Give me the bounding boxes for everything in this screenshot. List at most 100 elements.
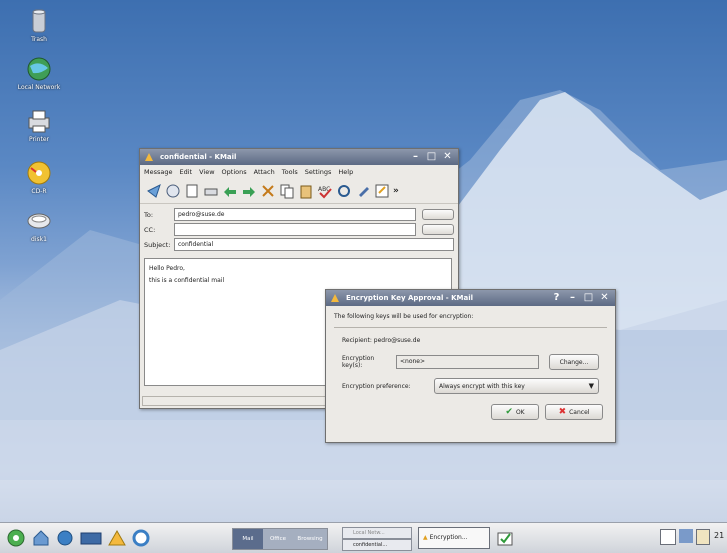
local-network-label: Local Network	[17, 84, 61, 91]
change-button[interactable]: Change...	[549, 354, 599, 370]
subject-row: Subject: confidential	[144, 238, 454, 251]
queue-icon[interactable]	[165, 183, 181, 199]
mail-icon[interactable]	[108, 529, 126, 549]
body-line: Hello Pedro,	[149, 265, 185, 272]
browser-icon[interactable]	[56, 529, 74, 549]
encryption-key-field: <none>	[396, 355, 539, 369]
desktop-pager: Mail Office Browsing	[232, 528, 328, 550]
to-address-button[interactable]	[422, 209, 454, 220]
pager-desktop-office[interactable]: Office	[263, 529, 293, 549]
body-line: this is a confidential mail	[149, 277, 225, 284]
encryption-preference-select[interactable]: Always encrypt with this key ▼	[434, 378, 599, 394]
encryption-keys-label: Encryption key(s):	[342, 355, 375, 369]
maximize-icon[interactable]: □	[425, 151, 438, 163]
encryption-preference-label: Encryption preference:	[342, 382, 411, 390]
preference-row: Encryption preference: Always encrypt wi…	[342, 378, 599, 394]
encryption-preference-value: Always encrypt with this key	[439, 382, 525, 390]
menu-options[interactable]: Options	[222, 168, 247, 176]
kmail-titlebar[interactable]: confidential - KMail – □ ✕	[140, 149, 458, 165]
close-icon[interactable]: ✕	[441, 151, 454, 163]
to-label: To:	[144, 210, 154, 219]
local-network-desktop-icon[interactable]: Local Network	[14, 56, 64, 91]
cdr-label: CD-R	[31, 188, 47, 195]
cc-row: CC:	[144, 223, 454, 236]
kgpg-icon[interactable]	[496, 529, 514, 549]
pager-desktop-mail[interactable]: Mail	[233, 529, 263, 549]
system-tray: 21	[660, 529, 724, 545]
forward-icon[interactable]	[241, 183, 257, 199]
printer-icon	[25, 108, 53, 134]
trash-desktop-icon[interactable]: Trash	[14, 8, 64, 43]
key-row: Encryption key(s): <none> Change...	[342, 354, 599, 370]
maximize-icon[interactable]: □	[582, 292, 595, 304]
ok-label: OK	[515, 408, 525, 416]
kmail-app-icon	[331, 294, 339, 302]
save-draft-icon[interactable]	[184, 183, 200, 199]
network-icon[interactable]	[679, 529, 693, 543]
paste-icon[interactable]	[298, 183, 314, 199]
taskbar-group: Local Netw... confidential...	[342, 527, 412, 551]
dialog-intro: The following keys will be used for encr…	[334, 313, 474, 320]
dialog-titlebar[interactable]: Encryption Key Approval - KMail ? – □ ✕	[326, 290, 615, 306]
kde-taskbar: Mail Office Browsing Local Netw... confi…	[0, 522, 727, 553]
help-icon[interactable]: ?	[550, 292, 563, 304]
printer-label: Printer	[29, 136, 49, 143]
spellcheck-icon[interactable]: ABC	[317, 183, 333, 199]
cc-address-button[interactable]	[422, 224, 454, 235]
to-row: To: pedro@suse.de	[144, 208, 454, 221]
reply-icon[interactable]	[222, 183, 238, 199]
menu-view[interactable]: View	[199, 168, 214, 176]
menu-edit[interactable]: Edit	[180, 168, 193, 176]
disk-desktop-icon[interactable]: disk1	[14, 208, 64, 243]
task-encryption-label: Encryption...	[429, 534, 468, 541]
task-encryption[interactable]: ▲ Encryption...	[418, 527, 490, 549]
cdr-desktop-icon[interactable]: CD-R	[14, 160, 64, 195]
office-icon[interactable]	[80, 529, 102, 549]
dialog-button-row: ✔ OK ✖ Cancel	[326, 404, 603, 420]
clock[interactable]: 21	[714, 529, 724, 545]
print-icon[interactable]	[203, 183, 219, 199]
menu-settings[interactable]: Settings	[305, 168, 332, 176]
trash-label: Trash	[31, 36, 47, 43]
cc-field[interactable]	[174, 223, 416, 236]
task-confidential[interactable]: confidential...	[342, 539, 412, 551]
kmail-toolbar: ABC »	[140, 179, 458, 204]
cancel-x-icon: ✖	[558, 407, 567, 417]
menu-help[interactable]: Help	[338, 168, 353, 176]
cc-label: CC:	[144, 225, 156, 234]
ok-button[interactable]: ✔ OK	[491, 404, 539, 420]
cut-icon[interactable]	[260, 183, 276, 199]
printer-desktop-icon[interactable]: Printer	[14, 108, 64, 143]
menu-message[interactable]: Message	[144, 168, 173, 176]
menu-attach[interactable]: Attach	[254, 168, 275, 176]
toolbar-more-icon[interactable]: »	[393, 186, 399, 196]
home-icon[interactable]	[32, 529, 50, 549]
kmail-menubar: Message Edit View Options Attach Tools S…	[140, 165, 458, 179]
cancel-label: Cancel	[569, 408, 590, 416]
calendar-icon[interactable]	[660, 529, 676, 545]
kmail-window-title: confidential - KMail	[160, 153, 237, 161]
cancel-button[interactable]: ✖ Cancel	[545, 404, 603, 420]
attach-icon[interactable]	[374, 183, 390, 199]
sign-icon[interactable]	[336, 183, 352, 199]
kde-menu-icon[interactable]	[6, 529, 26, 549]
copy-icon[interactable]	[279, 183, 295, 199]
minimize-icon[interactable]: –	[409, 151, 422, 163]
kmail-app-icon	[145, 153, 153, 161]
cd-icon	[25, 160, 53, 186]
menu-tools[interactable]: Tools	[282, 168, 298, 176]
minimize-icon[interactable]: –	[566, 292, 579, 304]
subject-field[interactable]: confidential	[174, 238, 454, 251]
close-icon[interactable]: ✕	[598, 292, 611, 304]
pager-desktop-browsing[interactable]: Browsing	[293, 529, 327, 549]
globe-icon	[25, 56, 53, 82]
encrypt-icon[interactable]	[355, 183, 371, 199]
disk-icon	[25, 208, 53, 234]
clipboard-icon[interactable]	[696, 529, 710, 545]
to-field[interactable]: pedro@suse.de	[174, 208, 416, 221]
help-lifebuoy-icon[interactable]	[132, 529, 150, 549]
encryption-key-approval-dialog[interactable]: Encryption Key Approval - KMail ? – □ ✕ …	[325, 289, 616, 443]
task-encryption-mail-icon: ▲	[423, 534, 428, 541]
task-local-network[interactable]: Local Netw...	[342, 527, 412, 539]
send-icon[interactable]	[146, 183, 162, 199]
